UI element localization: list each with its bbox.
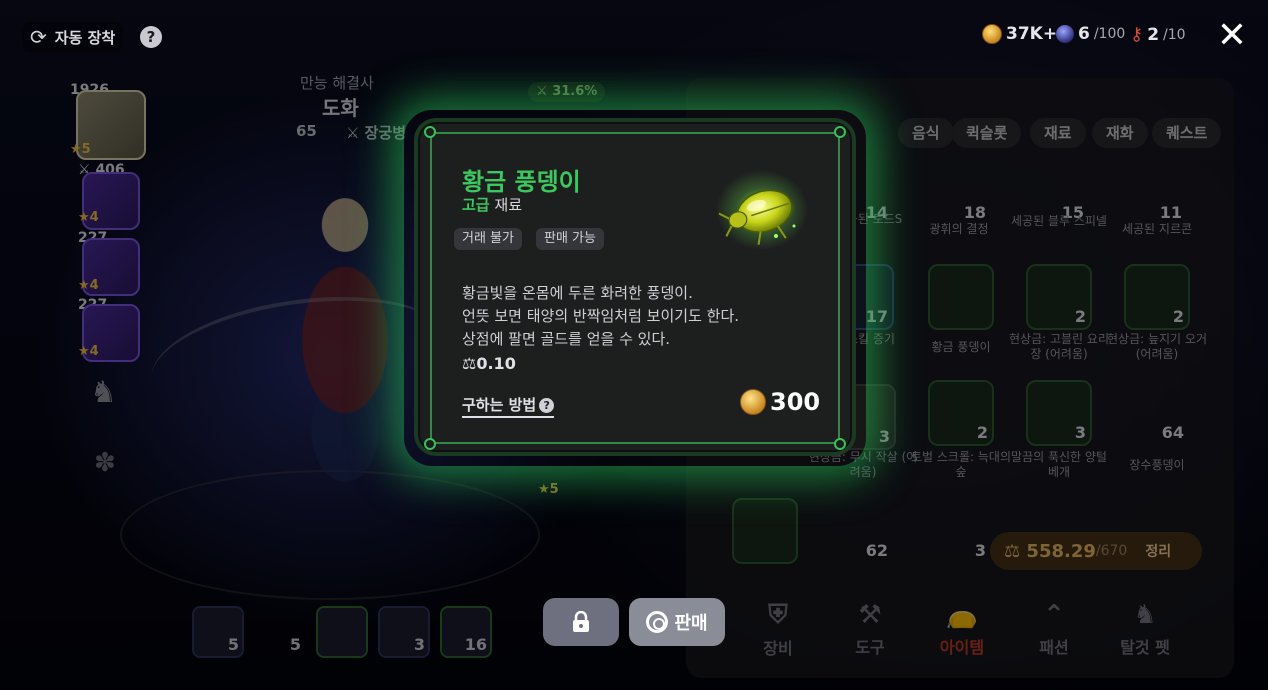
gold-coin-icon: [982, 24, 1002, 44]
question-icon: ?: [539, 398, 555, 413]
how-to-obtain-label: 구하는 방법: [462, 396, 537, 414]
gold-amount: 37K+: [1006, 24, 1058, 44]
close-icon[interactable]: ✕: [1214, 18, 1250, 54]
auto-equip-label: 자동 장착: [54, 28, 116, 47]
tag-sellable: 판매 가능: [536, 228, 604, 250]
description-line: 언뜻 보면 태양의 반짝임처럼 보이기도 한다.: [462, 307, 740, 325]
help-icon[interactable]: ?: [140, 26, 162, 48]
key-currency: ⚷ 2/10: [1130, 24, 1186, 45]
corner-ornament: [424, 438, 436, 450]
item-name: 황금 풍뎅이: [462, 168, 581, 196]
description-line: 황금빛을 온몸에 두른 화려한 풍뎅이.: [462, 284, 693, 302]
energy-amount: 6: [1078, 24, 1090, 44]
weight-icon: ⚖: [462, 354, 477, 373]
item-description: 황금빛을 온몸에 두른 화려한 풍뎅이. 언뜻 보면 태양의 반짝임처럼 보이기…: [462, 282, 739, 351]
gold-currency: 37K+: [982, 24, 1057, 44]
description-line: 상점에 팔면 골드를 얻을 수 있다.: [462, 330, 671, 348]
corner-ornament: [834, 438, 846, 450]
lock-icon: [573, 611, 589, 632]
item-type: 재료: [494, 196, 522, 214]
item-grade: 고급: [462, 196, 490, 214]
key-amount: 2: [1147, 24, 1160, 45]
item-weight: ⚖0.10: [462, 354, 516, 373]
key-max: /10: [1163, 26, 1186, 43]
sell-label: 판매: [674, 613, 708, 634]
tag-untradable: 거래 불가: [454, 228, 522, 250]
golden-beetle-icon: [716, 170, 808, 250]
energy-orb-icon: [1056, 25, 1074, 43]
item-price: 300: [740, 388, 820, 416]
coin-icon: [646, 611, 669, 633]
sell-button[interactable]: 판매: [629, 598, 725, 646]
price-value: 300: [770, 388, 821, 416]
how-to-obtain-link[interactable]: 구하는 방법?: [462, 394, 555, 418]
energy-currency: 6/100: [1056, 24, 1125, 44]
corner-ornament: [424, 126, 436, 138]
refresh-icon: ⟳: [30, 25, 47, 49]
item-grade-line: 고급 재료: [462, 194, 522, 215]
item-weight-value: 0.10: [476, 354, 516, 373]
energy-max: /100: [1093, 26, 1126, 42]
corner-ornament: [834, 126, 846, 138]
gold-coin-icon: [740, 389, 766, 415]
auto-equip-button[interactable]: ⟳ 자동 장착: [22, 22, 124, 52]
item-detail-popup: 황금 풍뎅이 고급 재료 거래 불가 판매 가능 황금빛을 온몸에 두른 화려한…: [414, 118, 856, 456]
key-icon: ⚷: [1130, 24, 1144, 45]
lock-button[interactable]: [543, 598, 619, 646]
